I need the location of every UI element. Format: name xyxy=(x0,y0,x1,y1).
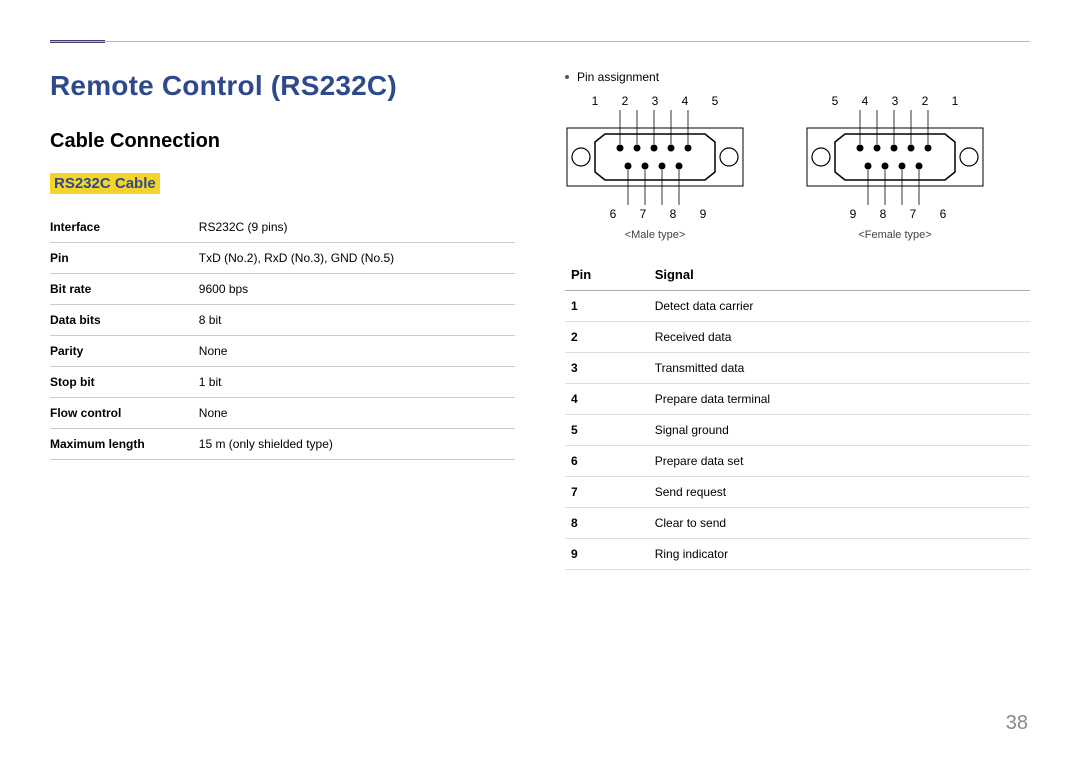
signal-name: Detect data carrier xyxy=(649,291,1030,322)
table-row: 4Prepare data terminal xyxy=(565,384,1030,415)
table-row: 7Send request xyxy=(565,477,1030,508)
table-row: InterfaceRS232C (9 pins) xyxy=(50,212,515,243)
female-connector: 5 4 3 2 1 9 8 7 6 <Female type> xyxy=(805,94,985,241)
right-column: Pin assignment 1 2 3 4 5 xyxy=(565,70,1030,570)
table-row: ParityNone xyxy=(50,336,515,367)
spec-val: None xyxy=(199,336,515,367)
header-rule xyxy=(50,41,1030,42)
section-subtitle: Cable Connection xyxy=(50,130,515,153)
table-row: 9Ring indicator xyxy=(565,539,1030,570)
spec-key: Flow control xyxy=(50,398,199,429)
signal-name: Prepare data terminal xyxy=(649,384,1030,415)
spec-val: 15 m (only shielded type) xyxy=(199,429,515,460)
spec-table: InterfaceRS232C (9 pins) PinTxD (No.2), … xyxy=(50,212,515,460)
spec-key: Bit rate xyxy=(50,274,199,305)
table-row: Stop bit1 bit xyxy=(50,367,515,398)
signal-name: Signal ground xyxy=(649,415,1030,446)
cable-label: RS232C Cable xyxy=(50,173,160,194)
table-row: 1Detect data carrier xyxy=(565,291,1030,322)
page-number: 38 xyxy=(1006,712,1028,735)
female-top-pins: 5 4 3 2 1 xyxy=(805,94,985,108)
spec-key: Data bits xyxy=(50,305,199,336)
table-row: Maximum length15 m (only shielded type) xyxy=(50,429,515,460)
signal-table: Pin Signal 1Detect data carrier 2Receive… xyxy=(565,259,1030,570)
male-type-label: <Male type> xyxy=(565,229,745,241)
table-row: Flow controlNone xyxy=(50,398,515,429)
table-row: 6Prepare data set xyxy=(565,446,1030,477)
signal-pin: 2 xyxy=(565,322,649,353)
signal-name: Ring indicator xyxy=(649,539,1030,570)
spec-key: Interface xyxy=(50,212,199,243)
female-bottom-pins: 9 8 7 6 xyxy=(805,207,985,221)
male-top-pins: 1 2 3 4 5 xyxy=(565,94,745,108)
table-row: 3Transmitted data xyxy=(565,353,1030,384)
signal-name: Received data xyxy=(649,322,1030,353)
spec-val: RS232C (9 pins) xyxy=(199,212,515,243)
table-row: Bit rate9600 bps xyxy=(50,274,515,305)
signal-name: Clear to send xyxy=(649,508,1030,539)
db9-male-icon xyxy=(565,110,745,205)
spec-val: 9600 bps xyxy=(199,274,515,305)
db9-female-icon xyxy=(805,110,985,205)
bullet-icon xyxy=(565,75,569,79)
signal-name: Transmitted data xyxy=(649,353,1030,384)
table-row: PinTxD (No.2), RxD (No.3), GND (No.5) xyxy=(50,243,515,274)
signal-header-pin: Pin xyxy=(565,259,649,291)
signal-pin: 1 xyxy=(565,291,649,322)
table-row: Data bits8 bit xyxy=(50,305,515,336)
left-column: Remote Control (RS232C) Cable Connection… xyxy=(50,70,515,570)
pin-assignment-heading: Pin assignment xyxy=(565,70,1030,84)
signal-pin: 3 xyxy=(565,353,649,384)
signal-name: Send request xyxy=(649,477,1030,508)
table-row: 5Signal ground xyxy=(565,415,1030,446)
table-row: 2Received data xyxy=(565,322,1030,353)
spec-key: Stop bit xyxy=(50,367,199,398)
connectors-diagram: 1 2 3 4 5 xyxy=(565,94,1030,241)
signal-name: Prepare data set xyxy=(649,446,1030,477)
spec-val: None xyxy=(199,398,515,429)
signal-pin: 6 xyxy=(565,446,649,477)
page-title: Remote Control (RS232C) xyxy=(50,70,515,102)
signal-header-signal: Signal xyxy=(649,259,1030,291)
signal-pin: 5 xyxy=(565,415,649,446)
spec-val: TxD (No.2), RxD (No.3), GND (No.5) xyxy=(199,243,515,274)
signal-pin: 4 xyxy=(565,384,649,415)
signal-pin: 7 xyxy=(565,477,649,508)
male-connector: 1 2 3 4 5 xyxy=(565,94,745,241)
male-bottom-pins: 6 7 8 9 xyxy=(565,207,745,221)
female-type-label: <Female type> xyxy=(805,229,985,241)
spec-key: Pin xyxy=(50,243,199,274)
spec-val: 1 bit xyxy=(199,367,515,398)
signal-pin: 8 xyxy=(565,508,649,539)
signal-pin: 9 xyxy=(565,539,649,570)
spec-val: 8 bit xyxy=(199,305,515,336)
spec-key: Maximum length xyxy=(50,429,199,460)
spec-key: Parity xyxy=(50,336,199,367)
table-row: 8Clear to send xyxy=(565,508,1030,539)
pin-assignment-label: Pin assignment xyxy=(577,70,659,84)
